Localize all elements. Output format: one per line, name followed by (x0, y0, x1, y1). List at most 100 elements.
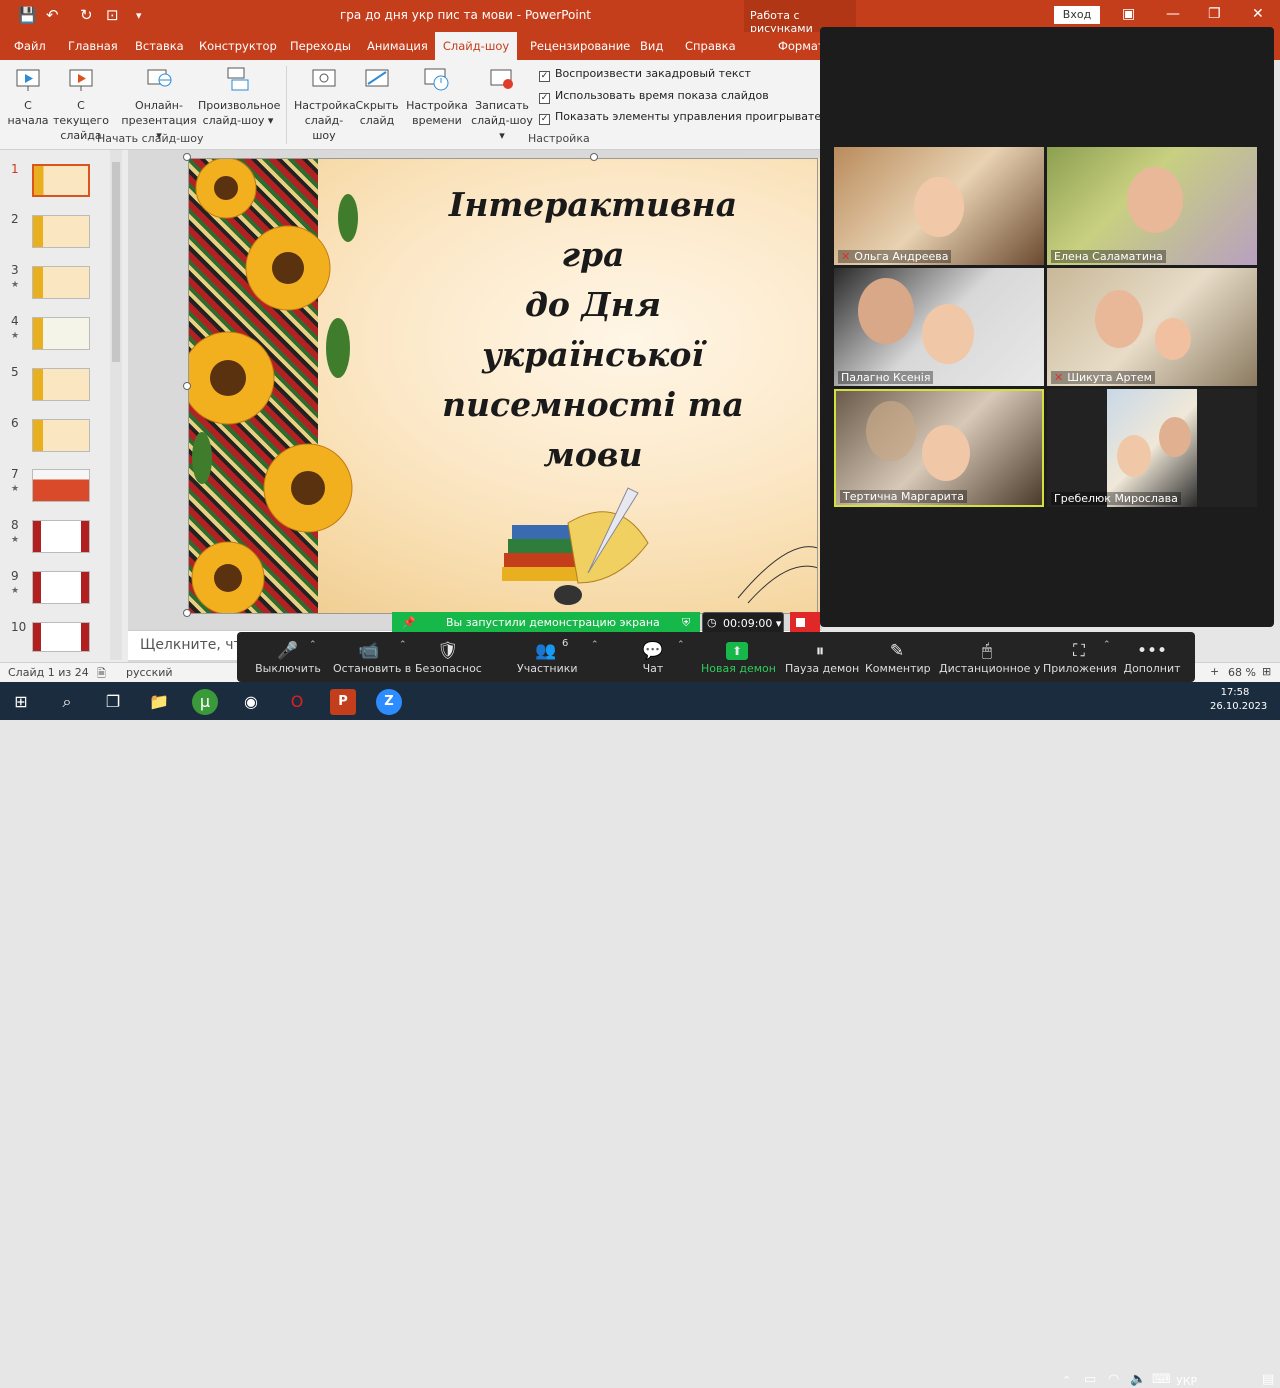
stop-video-button[interactable]: 📹 Остановить в (333, 640, 411, 675)
security-button[interactable]: 🛡 Безопаснос (415, 640, 482, 675)
show-media-controls-checkbox[interactable]: ✓ Показать элементы управления проигрыват… (539, 110, 843, 125)
minimize-icon[interactable]: — (1166, 6, 1180, 22)
slide-thumbnail-3[interactable] (32, 266, 90, 299)
rehearse-timings-label-2: времени (412, 114, 462, 127)
setup-slideshow-button[interactable]: Настройка слайд-шоу (294, 66, 356, 143)
fit-slide-icon[interactable]: ⊞ (1262, 665, 1271, 678)
resize-handle[interactable] (183, 609, 191, 617)
slide-thumbnail-4[interactable] (32, 317, 90, 350)
slide-thumbnail-9[interactable] (32, 571, 90, 604)
setup-group-label: Настройка (528, 132, 590, 145)
ribbon-separator (286, 66, 287, 144)
zoom-in-icon[interactable]: + (1210, 665, 1219, 678)
tab-slideshow[interactable]: Слайд-шоу (435, 32, 517, 60)
chevron-up-icon[interactable]: ⌃ (309, 640, 317, 650)
participant-video-tile[interactable]: Палагно Ксенія (834, 268, 1044, 386)
animation-star-icon: ★ (11, 331, 20, 341)
tab-home[interactable]: Главная (68, 39, 118, 53)
play-narrations-label: Воспроизвести закадровый текст (555, 67, 751, 80)
thumbnail-scroll-thumb[interactable] (112, 162, 120, 362)
tab-insert[interactable]: Вставка (135, 39, 184, 53)
clock-icon (424, 68, 449, 91)
use-timings-checkbox[interactable]: ✓ Использовать время показа слайдов (539, 89, 769, 104)
undo-icon[interactable]: ↶ (46, 6, 59, 24)
tab-review[interactable]: Рецензирование (530, 39, 630, 53)
globe-presentation-icon (147, 69, 172, 87)
tab-animations[interactable]: Анимация (367, 39, 428, 53)
opera-icon[interactable]: O (284, 689, 310, 715)
language-indicator[interactable]: русский (126, 666, 173, 679)
chat-button[interactable]: 💬 Чат (633, 640, 673, 675)
slide-thumbnail-1[interactable] (32, 164, 90, 197)
notifications-icon[interactable]: ▤ (1262, 1372, 1274, 1387)
windows-start-icon[interactable]: ⊞ (8, 689, 34, 715)
redo-icon[interactable]: ↻ (80, 6, 93, 24)
slide-thumbnail-7[interactable] (32, 469, 90, 502)
tab-file[interactable]: Файл (14, 39, 46, 53)
zoom-taskbar-icon[interactable]: Z (376, 689, 402, 715)
meeting-timer[interactable]: ◷ 00:09:00 ▾ (702, 612, 784, 634)
maximize-icon[interactable]: ❐ (1208, 6, 1221, 22)
tab-transitions[interactable]: Переходы (290, 39, 351, 53)
start-slideshow-icon[interactable]: ⊡ (106, 6, 119, 24)
keyboard-icon[interactable]: ⌨ (1152, 1372, 1171, 1387)
chevron-up-icon[interactable]: ⌃ (1103, 640, 1111, 650)
annotate-button[interactable]: ✎ Комментир (865, 640, 931, 675)
participant-video-tile[interactable]: ✕ Ольга Андреева (834, 147, 1044, 265)
rehearse-timings-button[interactable]: Настройка времени (406, 66, 468, 128)
slide-thumbnail-6[interactable] (32, 419, 90, 452)
chevron-up-icon[interactable]: ⌃ (399, 640, 407, 650)
task-view-icon[interactable]: ❐ (100, 689, 126, 715)
close-icon[interactable]: ✕ (1252, 6, 1264, 22)
more-button[interactable]: ••• Дополнит (1123, 640, 1181, 675)
input-language[interactable]: УКР (1176, 1375, 1197, 1388)
participant-video-tile[interactable]: ✕ Шикута Артем (1047, 268, 1257, 386)
show-hidden-icons[interactable]: ⌃ (1062, 1374, 1071, 1387)
sign-in-button[interactable]: Вход (1054, 6, 1100, 24)
tab-format[interactable]: Формат (778, 39, 825, 53)
utorrent-icon[interactable]: µ (192, 689, 218, 715)
chevron-up-icon[interactable]: ⌃ (591, 640, 599, 650)
tab-design[interactable]: Конструктор (199, 39, 277, 53)
hide-slide-button[interactable]: Скрыть слайд (354, 66, 400, 128)
record-slideshow-button[interactable]: Записать слайд-шоу ▾ (468, 66, 536, 143)
file-explorer-icon[interactable]: 📁 (146, 689, 172, 715)
customize-toolbar-icon[interactable]: ▾ (136, 9, 142, 22)
system-clock[interactable]: 17:58 26.10.2023 (1210, 686, 1267, 714)
save-icon[interactable]: 💾 (18, 6, 37, 24)
pin-icon[interactable]: 📌 (402, 616, 416, 629)
slide-thumbnail-5[interactable] (32, 368, 90, 401)
slide-thumbnail-8[interactable] (32, 520, 90, 553)
use-timings-label: Использовать время показа слайдов (555, 89, 769, 102)
participant-face (914, 177, 964, 237)
remote-control-button[interactable]: 🖱 Дистанционное у (939, 640, 1040, 675)
participant-video-tile[interactable]: Гребелюк Мирослава (1047, 389, 1257, 507)
from-beginning-button[interactable]: Сначала (6, 66, 50, 128)
chevron-up-icon[interactable]: ⌃ (677, 640, 685, 650)
powerpoint-taskbar-icon[interactable]: P (330, 689, 356, 715)
stop-share-button[interactable] (790, 612, 820, 634)
wifi-icon[interactable]: ◠ (1108, 1372, 1119, 1387)
volume-icon[interactable]: 🔈 (1130, 1372, 1146, 1387)
resize-handle[interactable] (183, 382, 191, 390)
tab-help[interactable]: Справка (685, 39, 736, 53)
zoom-level[interactable]: 68 % (1228, 666, 1256, 679)
pause-share-button[interactable]: ⏸ Пауза демон (785, 640, 859, 675)
custom-slideshow-button[interactable]: Произвольное слайд-шоу ▾ (198, 66, 280, 128)
browser-icon[interactable]: ◉ (238, 689, 264, 715)
participants-label: Участники (517, 662, 578, 675)
resize-handle[interactable] (183, 153, 191, 161)
slide-thumbnail-2[interactable] (32, 215, 90, 248)
participant-face (922, 304, 974, 364)
battery-icon[interactable]: ▭ (1084, 1372, 1096, 1387)
play-narrations-checkbox[interactable]: ✓ Воспроизвести закадровый текст (539, 67, 751, 82)
resize-handle[interactable] (590, 153, 598, 161)
search-icon[interactable]: ⌕ (54, 689, 80, 715)
ribbon-display-icon[interactable]: ▣ (1122, 6, 1135, 22)
participants-count-badge: 6 (562, 638, 569, 649)
new-share-button[interactable]: ⬆ Новая демон (701, 640, 776, 675)
slide-thumbnail-10[interactable] (32, 622, 90, 652)
tab-view[interactable]: Вид (640, 39, 663, 53)
participant-video-tile[interactable]: Елена Саламатина (1047, 147, 1257, 265)
participant-video-tile-active-speaker[interactable]: Тертична Маргарита (834, 389, 1044, 507)
